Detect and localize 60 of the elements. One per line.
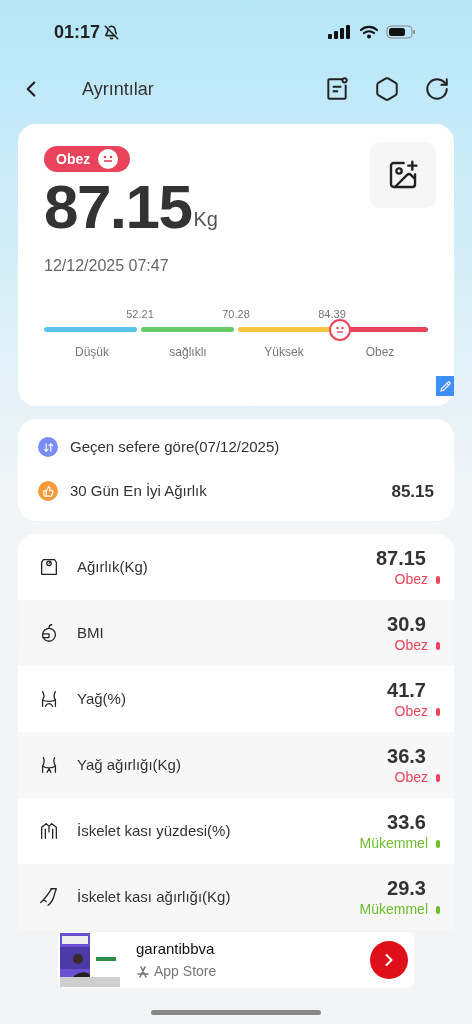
range-label: Obez bbox=[364, 344, 396, 361]
threshold-label: 70.28 bbox=[222, 307, 250, 322]
smiley-icon bbox=[98, 149, 119, 169]
battery-icon bbox=[386, 25, 416, 39]
metric-value: 41.7 bbox=[387, 677, 426, 703]
pencil-icon bbox=[439, 380, 451, 392]
metric-label: İskelet kası yüzdesi(%) bbox=[77, 820, 231, 841]
app-store-icon bbox=[136, 964, 150, 979]
page-title: Ayrıntılar bbox=[82, 77, 154, 101]
add-image-icon bbox=[387, 159, 419, 191]
torso-icon bbox=[38, 820, 60, 842]
ad-store: App Store bbox=[154, 961, 217, 981]
metric-row[interactable]: Yağ ağırlığı(Kg) 36.3 Obez bbox=[18, 732, 454, 798]
metric-value: 36.3 bbox=[387, 743, 426, 769]
compare-label: Geçen sefere göre(07/12/2025) bbox=[70, 437, 280, 457]
metric-row[interactable]: BMI 30.9 Obez bbox=[18, 600, 454, 666]
settings-icon[interactable] bbox=[374, 76, 400, 102]
range-label: Düşük bbox=[74, 344, 110, 361]
metric-status: Mükemmel bbox=[359, 900, 428, 919]
refresh-icon[interactable] bbox=[424, 76, 450, 102]
metric-status: Mükemmel bbox=[359, 834, 428, 853]
wifi-icon bbox=[360, 25, 378, 39]
signal-icon bbox=[328, 25, 352, 39]
thumbs-up-icon bbox=[38, 481, 58, 502]
ad-title: garantibbva bbox=[136, 939, 216, 960]
add-photo-button[interactable] bbox=[370, 142, 436, 208]
metric-status: Obez bbox=[394, 570, 428, 589]
metric-label: BMI bbox=[77, 622, 104, 643]
range-label: Yüksek bbox=[263, 344, 305, 361]
metric-status: Obez bbox=[394, 768, 428, 787]
clock-time: 01:17 bbox=[54, 20, 101, 44]
scale-icon bbox=[38, 556, 60, 578]
range-label: sağlıklı bbox=[168, 344, 208, 361]
metric-label: Ağırlık(Kg) bbox=[77, 556, 148, 577]
metric-row[interactable]: İskelet kası ağırlığı(Kg) 29.3 Mükemmel bbox=[18, 864, 454, 930]
measure-datetime: 12/12/2025 07:47 bbox=[44, 256, 170, 276]
status-badge: Obez bbox=[44, 146, 131, 172]
ad-banner[interactable]: garantibbva App Store bbox=[58, 932, 414, 988]
range-marker[interactable] bbox=[328, 318, 351, 341]
threshold-label: 84.39 bbox=[318, 307, 346, 322]
metric-value: 29.3 bbox=[387, 875, 426, 901]
metric-value: 30.9 bbox=[387, 611, 426, 637]
smiley-icon bbox=[333, 324, 346, 335]
metric-value: 33.6 bbox=[387, 809, 426, 835]
weight-unit: Kg bbox=[193, 207, 218, 232]
metric-label: İskelet kası ağırlığı(Kg) bbox=[77, 886, 231, 907]
metric-label: Yağ(%) bbox=[77, 688, 126, 709]
metric-status: Obez bbox=[394, 702, 428, 721]
report-icon[interactable] bbox=[324, 76, 350, 102]
metric-status: Obez bbox=[394, 636, 428, 655]
open-button[interactable] bbox=[370, 941, 408, 979]
metric-label: Yağ ağırlığı(Kg) bbox=[77, 754, 181, 775]
metric-value: 87.15 bbox=[375, 545, 426, 571]
arm-icon bbox=[38, 886, 60, 908]
edit-button[interactable] bbox=[436, 376, 454, 396]
compare-value: 85.15 bbox=[391, 480, 434, 503]
compare-icon bbox=[38, 437, 58, 458]
weight-value: 87.15 bbox=[44, 176, 192, 238]
threshold-label: 52.21 bbox=[126, 307, 154, 322]
compare-label: 30 Gün En İyi Ağırlık bbox=[70, 481, 207, 501]
